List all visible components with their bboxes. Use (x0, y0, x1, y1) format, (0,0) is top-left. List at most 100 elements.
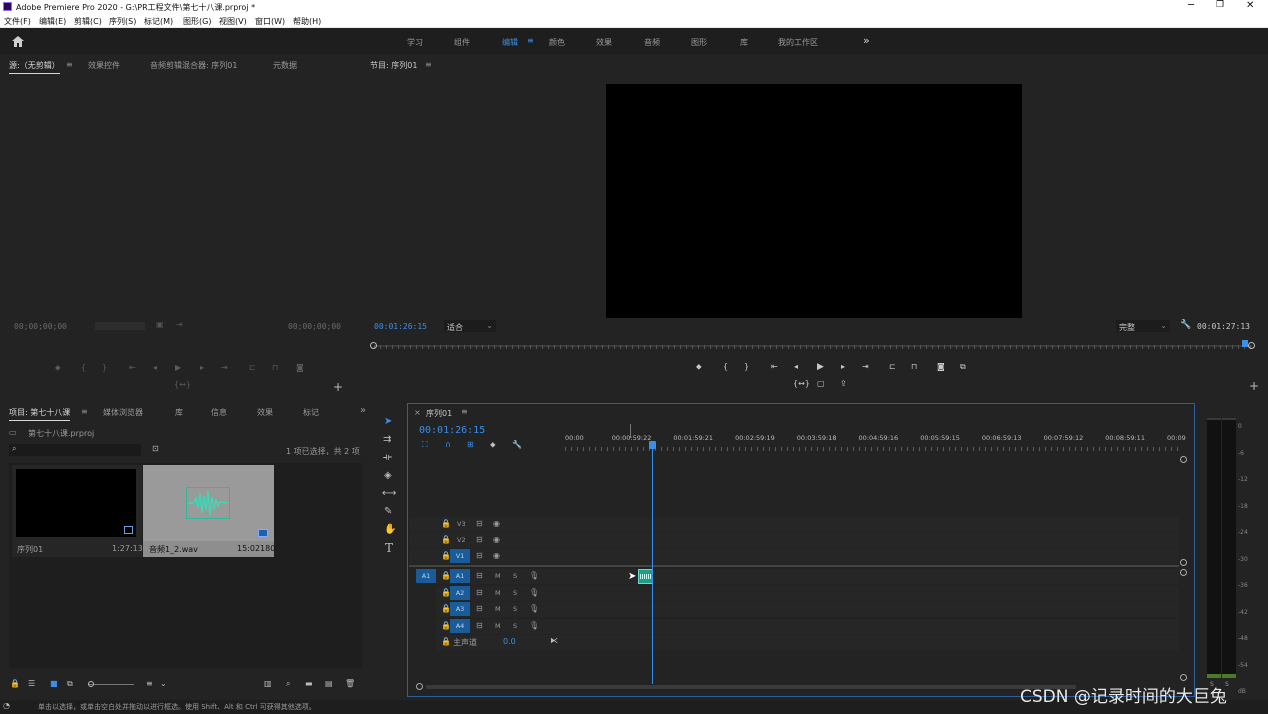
program-menu-icon[interactable]: ≡ (425, 60, 432, 69)
workspace-audio[interactable]: 音频 (644, 37, 660, 48)
safe-margins-icon[interactable]: ▢ (817, 379, 825, 388)
tab-effects[interactable]: 效果 (257, 407, 273, 418)
sort-icon[interactable]: ≡ (146, 679, 153, 688)
add-marker-icon[interactable]: ⬥ (490, 440, 496, 450)
timeline-menu-icon[interactable]: ≡ (461, 407, 468, 416)
overwrite-icon[interactable]: ⇥ (176, 320, 183, 329)
menu-view[interactable]: 视图(V) (219, 16, 247, 27)
sync-lock-icon[interactable]: ⊟ (476, 535, 483, 544)
menu-marker[interactable]: 标记(M) (144, 16, 173, 27)
track-target-a2[interactable]: A2 (450, 586, 470, 600)
eye-icon[interactable]: ◉ (493, 551, 500, 560)
hand-tool-icon[interactable]: ✋ (384, 524, 396, 535)
track-target-a4[interactable]: A4 (450, 619, 470, 633)
search-field[interactable] (23, 445, 137, 455)
workspace-color[interactable]: 颜色 (549, 37, 565, 48)
project-item-sequence[interactable]: 序列01 1:27:13 (12, 465, 143, 557)
trim-icon[interactable]: {↔} (793, 379, 810, 388)
program-playhead[interactable] (1241, 340, 1248, 347)
razor-tool-icon[interactable]: ◈ (384, 470, 392, 481)
sync-lock-icon[interactable]: ⊟ (476, 621, 483, 630)
sync-lock-icon[interactable]: ⊟ (476, 588, 483, 597)
linked-selection-icon[interactable]: ⊞ (467, 440, 474, 449)
automate-to-sequence-icon[interactable]: ▥ (264, 679, 272, 688)
mute-button[interactable]: M (495, 622, 501, 630)
minimize-icon[interactable]: ─ (1188, 0, 1194, 11)
go-to-in-icon[interactable]: ⇤ (129, 363, 136, 372)
eye-icon[interactable]: ◉ (493, 535, 500, 544)
program-scrubber[interactable] (370, 340, 1256, 352)
icon-view-icon[interactable]: ■ (50, 679, 58, 688)
play-icon[interactable]: ▶ (817, 362, 824, 372)
insert-icon[interactable]: ▣ (156, 320, 164, 329)
add-button-icon[interactable]: + (333, 380, 343, 394)
fit-dropdown[interactable]: 适合 ⌄ (444, 320, 496, 332)
in-point-icon[interactable]: { (723, 362, 728, 371)
tab-menu-icon[interactable]: ≡ (81, 407, 88, 416)
tab-menu-icon[interactable]: ≡ (66, 60, 73, 69)
step-back-icon[interactable]: ◂ (153, 363, 157, 372)
step-forward-icon[interactable]: ▸ (200, 363, 204, 372)
extract-icon[interactable]: ⊓ (911, 362, 917, 371)
lock-icon[interactable]: 🔒 (10, 679, 20, 688)
workspace-editing[interactable]: 编辑 (502, 37, 518, 48)
snap-icon[interactable]: ∩ (445, 440, 451, 449)
timeline-vertical-scrollbar[interactable] (1180, 456, 1190, 682)
tab-project[interactable]: 项目: 第七十八课 (9, 407, 71, 421)
type-tool-icon[interactable]: T (385, 541, 393, 555)
timeline-tab[interactable]: 序列01 (426, 408, 452, 419)
freeform-view-icon[interactable]: ⧉ (67, 679, 73, 689)
insert-button-icon[interactable]: ⊏ (249, 363, 256, 372)
out-point-icon[interactable]: } (744, 362, 749, 371)
tab-libraries[interactable]: 库 (175, 407, 183, 418)
trash-icon[interactable]: 🗑 (345, 679, 355, 688)
overwrite-button-icon[interactable]: ⊓ (272, 363, 278, 372)
zoom-slider-handle[interactable] (88, 681, 94, 687)
mute-button[interactable]: M (495, 572, 501, 580)
marker-icon[interactable]: ⬥ (696, 362, 702, 372)
go-to-out-icon[interactable]: ⇥ (221, 363, 228, 372)
master-volume[interactable]: 0.0 (503, 637, 516, 646)
panel-more-icon[interactable]: » (360, 405, 366, 416)
program-timecode[interactable]: 00:01:26:15 (374, 322, 427, 331)
zoom-slider[interactable] (88, 684, 134, 685)
menu-clip[interactable]: 剪辑(C) (74, 16, 102, 27)
lock-icon[interactable]: 🔒 (441, 535, 451, 544)
track-target-a1[interactable]: A1 (450, 569, 470, 583)
wrench-icon[interactable]: 🔧 (1180, 320, 1191, 330)
chevron-down-icon[interactable]: ⌄ (160, 679, 167, 688)
slip-tool-icon[interactable]: ⟷ (382, 488, 396, 499)
nest-icon[interactable]: ⛶ (422, 440, 428, 450)
lift-icon[interactable]: ⊏ (889, 362, 896, 371)
workspace-learn[interactable]: 学习 (407, 37, 423, 48)
comparison-view-icon[interactable]: ⧉ (960, 362, 966, 372)
microphone-icon[interactable]: 🎙 (529, 604, 539, 613)
scrubber-start-handle[interactable] (370, 342, 377, 349)
timeline-playhead[interactable] (652, 441, 653, 684)
new-bin-icon[interactable]: ▬ (305, 679, 313, 688)
go-to-in-icon[interactable]: ⇤ (771, 362, 778, 371)
program-video-frame[interactable] (606, 84, 1022, 318)
out-point-icon[interactable]: } (102, 363, 107, 372)
track-target-v1[interactable]: V1 (450, 549, 470, 563)
source-zoom-control[interactable] (95, 322, 145, 330)
play-icon[interactable]: ▶ (175, 363, 181, 372)
lock-icon[interactable]: 🔒 (441, 637, 451, 646)
sync-lock-icon[interactable]: ⊟ (476, 551, 483, 560)
mute-button[interactable]: M (495, 605, 501, 613)
workspace-assembly[interactable]: 组件 (454, 37, 470, 48)
settings-wrench-icon[interactable]: 🔧 (512, 440, 522, 449)
workspace-graphics[interactable]: 图形 (691, 37, 707, 48)
search-input[interactable]: ⌕ (9, 444, 141, 456)
selection-tool-icon[interactable]: ➤ (384, 416, 392, 427)
export-icon[interactable]: ⇪ (840, 379, 847, 388)
timeline-timecode[interactable]: 00:01:26:15 (419, 425, 485, 436)
track-select-tool-icon[interactable]: ⇉ (383, 434, 391, 445)
new-item-icon[interactable]: ▤ (325, 679, 333, 688)
in-point-icon[interactable]: { (81, 363, 86, 372)
menu-graphics[interactable]: 图形(G) (183, 16, 211, 27)
menu-edit[interactable]: 编辑(E) (39, 16, 66, 27)
solo-button[interactable]: S (513, 605, 517, 613)
project-item-audio[interactable]: 音频1_2.wav 15:02180 (143, 465, 275, 557)
restore-icon[interactable]: ❐ (1216, 0, 1224, 10)
